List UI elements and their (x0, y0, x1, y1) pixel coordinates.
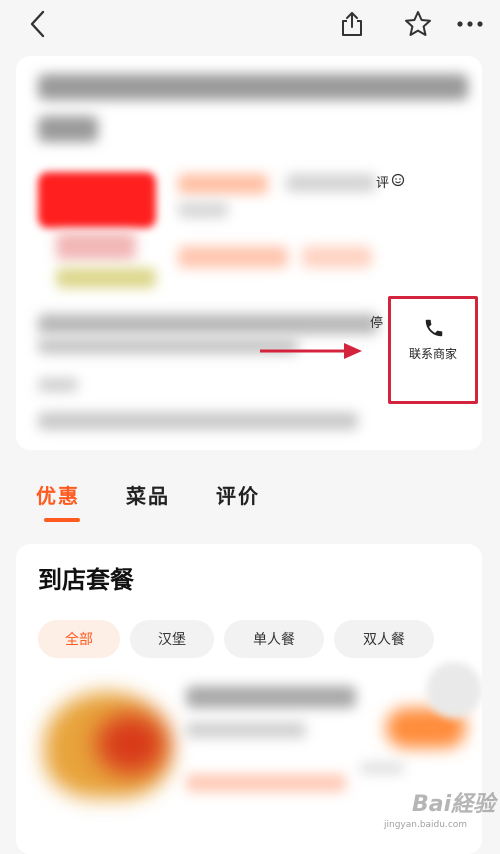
filter-chip-all[interactable]: 全部 (38, 620, 120, 658)
tab-reviews[interactable]: 评价 (216, 480, 260, 509)
blurred-floating-bubble (426, 662, 482, 718)
chevron-left-icon (30, 10, 45, 38)
blurred-package-image-detail (96, 714, 166, 774)
blurred-address (38, 314, 378, 334)
active-tab-indicator (44, 518, 80, 522)
blurred-merchant-name-line2 (38, 116, 98, 142)
star-icon (405, 11, 431, 36)
blurred-sales-count (360, 762, 404, 774)
filter-chip-single-meal[interactable]: 单人餐 (224, 620, 324, 658)
blurred-package-title (186, 686, 356, 708)
favorite-button[interactable] (400, 6, 436, 42)
filter-chip-double-meal[interactable]: 双人餐 (334, 620, 434, 658)
filter-chip-burger[interactable]: 汉堡 (130, 620, 214, 658)
blurred-distance (38, 378, 78, 392)
phone-icon (423, 317, 445, 343)
back-button[interactable] (20, 6, 56, 42)
watermark: Bai経验 jingyan.baidu.com (382, 786, 500, 836)
blurred-package-desc (186, 722, 306, 738)
blurred-tag (178, 246, 288, 268)
blurred-price (178, 202, 228, 218)
tab-deals[interactable]: 优惠 (36, 480, 80, 509)
blurred-image-detail (56, 232, 136, 260)
side-label: 停 (370, 316, 384, 331)
merchant-info-card: 评 停 联系商家 (16, 56, 482, 450)
section-title: 到店套餐 (38, 566, 134, 594)
tab-dishes[interactable]: 菜品 (126, 480, 170, 509)
blurred-package-price (186, 774, 346, 792)
contact-merchant-button[interactable]: 联系商家 (388, 296, 478, 404)
blurred-hours (38, 412, 358, 430)
watermark-url: jingyan.baidu.com (384, 820, 468, 830)
reviews-label: 评 (376, 176, 390, 191)
blurred-tag (302, 246, 372, 268)
annotation-arrow (260, 343, 362, 359)
share-icon (342, 12, 362, 36)
emoji-icon (391, 173, 405, 191)
content-tabs: 优惠 菜品 评价 (16, 470, 482, 526)
more-button[interactable] (452, 6, 488, 42)
more-dots-icon (457, 21, 483, 27)
blurred-rating (178, 174, 268, 194)
blurred-image-detail (56, 268, 156, 288)
watermark-brand: Bai経验 (412, 792, 496, 817)
blurred-rating-text (286, 174, 376, 192)
share-button[interactable] (334, 6, 370, 42)
blurred-logo (38, 172, 156, 228)
contact-merchant-label: 联系商家 (408, 347, 457, 361)
top-navigation-bar (0, 0, 500, 50)
reviews-link[interactable]: 评 (376, 172, 405, 191)
blurred-merchant-name (38, 74, 468, 100)
